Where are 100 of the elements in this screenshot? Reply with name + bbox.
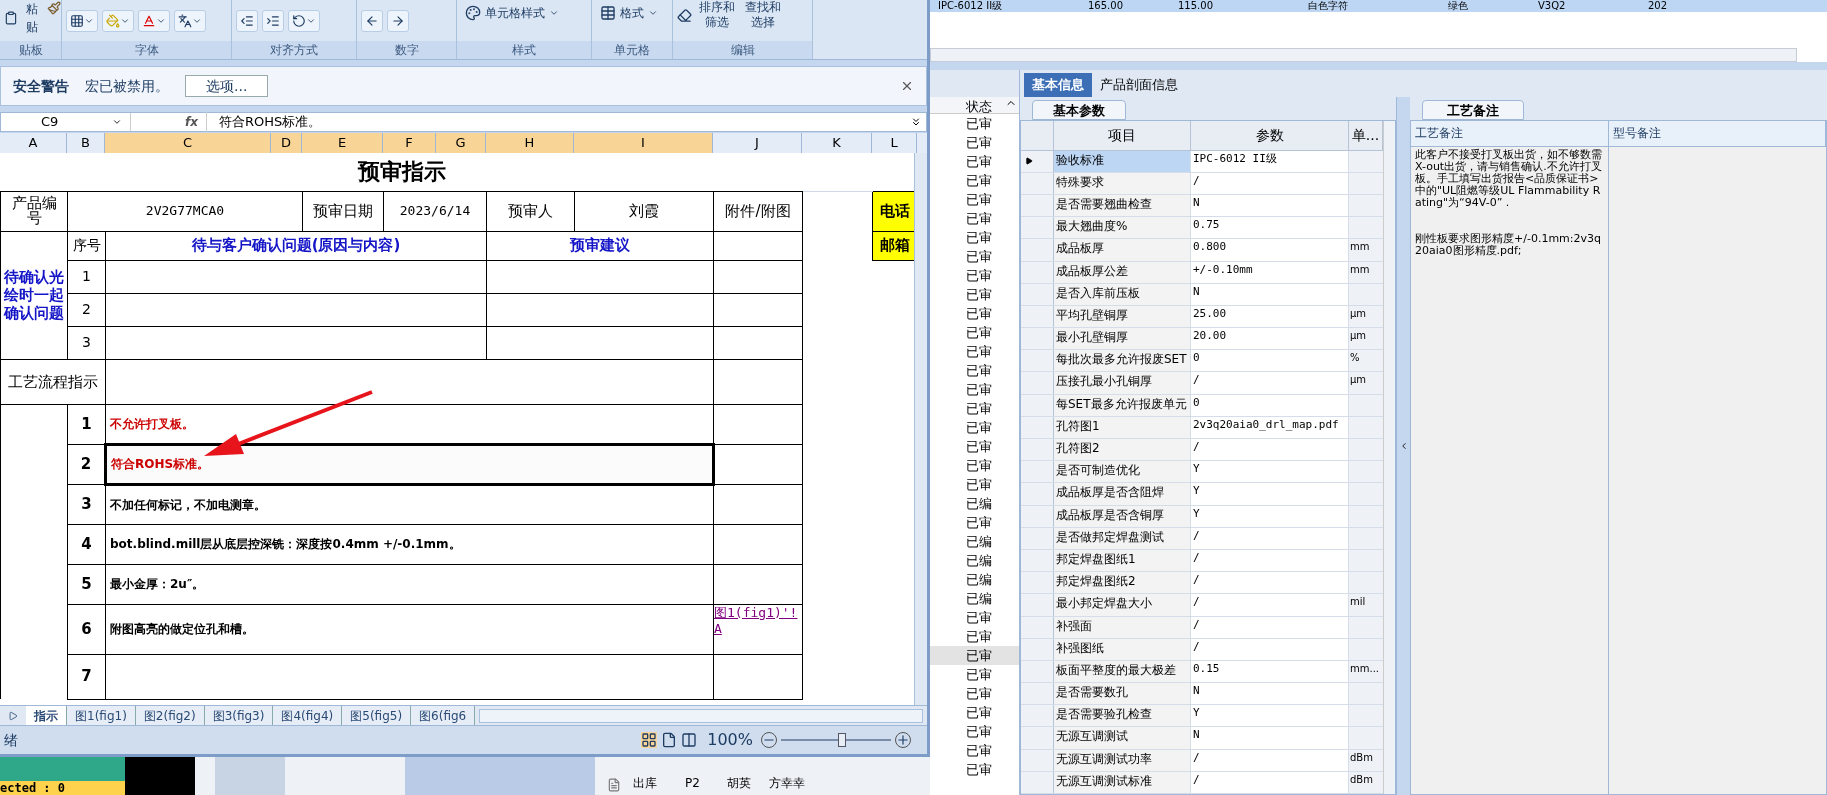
column-header[interactable]: L (872, 133, 917, 153)
status-cell[interactable]: 已审 (930, 151, 1019, 171)
column-header[interactable]: 项目 (1054, 120, 1191, 150)
splitter-bar[interactable] (930, 61, 1827, 70)
sheet-tab[interactable]: 指示 (26, 706, 67, 725)
status-cell[interactable]: 已审 (930, 702, 1019, 722)
sheet-tab[interactable]: 图5(fig5) (342, 706, 412, 725)
status-cell[interactable]: 已审 (930, 303, 1019, 323)
status-cell[interactable]: 已审 (930, 246, 1019, 266)
status-cell[interactable]: 已审 (930, 683, 1019, 703)
column-header[interactable]: J (713, 133, 802, 153)
status-cell[interactable]: 已审 (930, 284, 1019, 304)
status-cell[interactable]: 已编 (930, 569, 1019, 589)
tab-navigation-icon[interactable] (8, 710, 18, 721)
options-button[interactable]: 选项... (185, 75, 269, 97)
name-box[interactable]: C9 (1, 113, 131, 131)
info-tab[interactable]: 基本信息 (1024, 72, 1092, 97)
status-cell[interactable]: 已审 (930, 132, 1019, 152)
column-header[interactable]: 型号备注 (1609, 120, 1826, 146)
close-icon[interactable] (900, 79, 914, 93)
status-cell[interactable]: 已审 (930, 436, 1019, 456)
info-tab[interactable]: 产品剖面信息 (1092, 72, 1186, 97)
normal-view-icon[interactable] (641, 732, 658, 748)
expand-icon[interactable] (910, 116, 922, 128)
column-header[interactable]: D (271, 133, 302, 153)
formula-field[interactable]: 符合ROHS标准。 (206, 112, 910, 132)
status-cell[interactable]: 已审 (930, 474, 1019, 494)
status-cell[interactable]: 已审 (930, 417, 1019, 437)
step-cell[interactable]: bot.blind.mill层从底层控深铣：深度按0.4mm +/-0.1mm。 (105, 524, 714, 564)
horizontal-scrollbar[interactable] (930, 47, 1797, 62)
status-cell[interactable]: 已审 (930, 607, 1019, 627)
format-button[interactable]: 格式 (600, 4, 658, 22)
borders-icon[interactable] (66, 10, 98, 32)
font-color-icon[interactable] (138, 10, 170, 32)
status-cell[interactable]: 已审 (930, 322, 1019, 342)
format-painter-icon[interactable] (46, 0, 61, 16)
step-cell[interactable]: 不加任何标记，不加电测章。 (105, 484, 714, 524)
horizontal-scrollbar[interactable] (479, 708, 923, 723)
status-cell[interactable]: 已审 (930, 455, 1019, 475)
status-cell[interactable]: 已审 (930, 227, 1019, 247)
status-cell[interactable]: 已编 (930, 493, 1019, 513)
increase-decimal-icon[interactable] (361, 10, 383, 32)
column-header[interactable]: G (436, 133, 486, 153)
sheet-tab[interactable]: 图1(fig1) (67, 706, 136, 725)
column-header[interactable]: A (0, 133, 67, 153)
status-cell[interactable]: 已审 (930, 721, 1019, 741)
status-cell[interactable]: 已审 (930, 379, 1019, 399)
status-cell[interactable]: 已审 (930, 759, 1019, 779)
zoom-slider[interactable] (781, 733, 891, 747)
notes-tab[interactable]: 工艺备注 (1422, 99, 1524, 120)
step-cell[interactable] (105, 654, 714, 699)
column-header[interactable]: K (802, 133, 872, 153)
sheet-tab[interactable]: 图6(fig6 (411, 706, 476, 725)
column-header[interactable]: F (383, 133, 436, 153)
column-header[interactable]: 工艺备注 (1411, 120, 1609, 146)
status-cell[interactable]: 已编 (930, 588, 1019, 608)
column-header[interactable]: B (67, 133, 105, 153)
orientation-icon[interactable] (288, 10, 320, 32)
status-cell[interactable]: 已审 (930, 626, 1019, 646)
step-cell[interactable]: 符合ROHS标准。 (105, 444, 714, 484)
column-header[interactable]: I (574, 133, 713, 153)
status-cell[interactable]: 已审 (930, 512, 1019, 532)
status-cell[interactable]: 已审 (930, 740, 1019, 760)
row-selector[interactable] (1021, 150, 1054, 172)
status-cell[interactable]: 已审 (930, 341, 1019, 361)
page-layout-icon[interactable] (661, 732, 678, 748)
eraser-icon[interactable] (677, 8, 692, 23)
decrease-decimal-icon[interactable] (387, 10, 409, 32)
vertical-scrollbar[interactable] (914, 153, 927, 705)
status-cell[interactable]: 已审 (930, 664, 1019, 684)
step-cell[interactable]: 附图高亮的做定位孔和槽。 (105, 604, 714, 654)
status-cell[interactable]: 已审 (930, 360, 1019, 380)
sheet-tab[interactable]: 图3(fig3) (204, 706, 274, 725)
paste-button[interactable]: 粘贴 (4, 0, 43, 36)
fill-color-icon[interactable] (102, 10, 134, 32)
cell-styles-button[interactable]: 单元格样式 (465, 4, 559, 22)
column-header[interactable]: H (486, 133, 574, 153)
status-cell[interactable]: 已编 (930, 531, 1019, 551)
fx-label[interactable]: fx (131, 113, 206, 131)
sheet-tab[interactable]: 图4(fig4) (273, 706, 343, 725)
zoom-thumb[interactable] (837, 733, 846, 747)
column-header[interactable]: E (302, 133, 383, 153)
page-break-icon[interactable] (681, 732, 698, 748)
column-header[interactable]: 状态 (930, 96, 1005, 113)
zoom-in-icon[interactable] (895, 732, 911, 748)
parameters-tab[interactable]: 基本参数 (1032, 99, 1126, 120)
status-cell[interactable]: 已审 (930, 645, 1019, 665)
column-header[interactable]: 参数 (1191, 120, 1349, 150)
column-header[interactable]: C (105, 133, 271, 153)
tree-item[interactable]: 出库 (633, 774, 673, 792)
status-cell[interactable]: 已审 (930, 170, 1019, 190)
sort-filter-button[interactable]: 排序和筛选 (696, 0, 738, 30)
increase-indent-icon[interactable] (262, 10, 284, 32)
status-cell[interactable]: 已审 (930, 398, 1019, 418)
find-select-button[interactable]: 查找和选择 (742, 0, 784, 30)
vertical-scrollbar[interactable] (1383, 120, 1395, 794)
status-cell[interactable]: 已审 (930, 113, 1019, 133)
decrease-indent-icon[interactable] (236, 10, 258, 32)
status-cell[interactable]: 已审 (930, 265, 1019, 285)
status-cell[interactable]: 已编 (930, 550, 1019, 570)
